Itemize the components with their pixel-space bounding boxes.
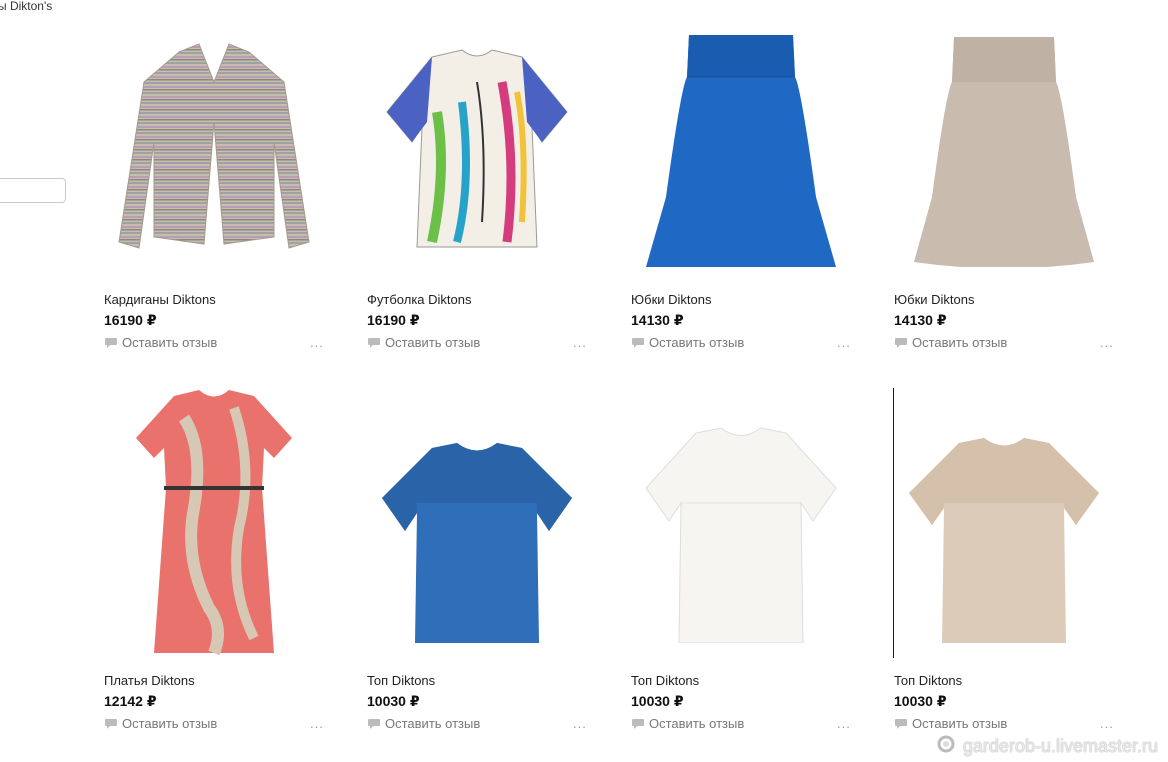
white-top-icon[interactable] xyxy=(631,388,851,658)
striped-cardigan-icon[interactable] xyxy=(104,7,324,277)
review-label: Оставить отзыв xyxy=(122,335,218,350)
product-card-blue-top[interactable]: Топ Diktons 10030 ₽ Оставить отзыв ... xyxy=(367,388,597,748)
leave-review-link[interactable]: Оставить отзыв xyxy=(367,716,480,731)
product-price: 16190 ₽ xyxy=(104,312,157,328)
product-title[interactable]: Платья Diktons xyxy=(104,673,195,688)
product-title[interactable]: Топ Diktons xyxy=(631,673,699,688)
product-title[interactable]: Юбки Diktons xyxy=(894,292,975,307)
review-label: Оставить отзыв xyxy=(385,716,481,731)
product-card-tshirt[interactable]: Футболка Diktons 16190 ₽ Оставить отзыв … xyxy=(367,7,597,367)
product-card-cardigan[interactable]: Кардиганы Diktons 16190 ₽ Оставить отзыв… xyxy=(104,7,334,367)
coral-dress-icon[interactable] xyxy=(104,388,324,658)
vertical-divider xyxy=(893,388,894,658)
product-title[interactable]: Топ Diktons xyxy=(894,673,962,688)
speech-bubble-icon xyxy=(631,337,645,349)
product-card-beige-top[interactable]: Топ Diktons 10030 ₽ Оставить отзыв ... xyxy=(894,388,1124,748)
blue-top-icon[interactable] xyxy=(367,388,587,658)
review-label: Оставить отзыв xyxy=(649,716,745,731)
speech-bubble-icon xyxy=(367,718,381,730)
more-options-button[interactable]: ... xyxy=(837,716,851,731)
review-label: Оставить отзыв xyxy=(385,335,481,350)
leave-review-link[interactable]: Оставить отзыв xyxy=(894,335,1007,350)
more-options-button[interactable]: ... xyxy=(1100,716,1114,731)
leave-review-link[interactable]: Оставить отзыв xyxy=(367,335,480,350)
beige-skirt-icon[interactable] xyxy=(894,7,1114,277)
more-options-button[interactable]: ... xyxy=(837,335,851,350)
more-options-button[interactable]: ... xyxy=(573,716,587,731)
product-price: 14130 ₽ xyxy=(631,312,684,328)
speech-bubble-icon xyxy=(631,718,645,730)
product-title[interactable]: Юбки Diktons xyxy=(631,292,712,307)
printed-tshirt-icon[interactable] xyxy=(367,7,587,277)
gear-icon xyxy=(935,733,957,760)
speech-bubble-icon xyxy=(894,718,908,730)
product-card-white-top[interactable]: Топ Diktons 10030 ₽ Оставить отзыв ... xyxy=(631,388,861,748)
watermark-text: garderob-u.livemaster.ru xyxy=(962,736,1158,756)
leave-review-link[interactable]: Оставить отзыв xyxy=(104,335,217,350)
more-options-button[interactable]: ... xyxy=(310,335,324,350)
product-title[interactable]: Футболка Diktons xyxy=(367,292,471,307)
review-label: Оставить отзыв xyxy=(912,716,1008,731)
product-price: 16190 ₽ xyxy=(367,312,420,328)
review-label: Оставить отзыв xyxy=(649,335,745,350)
more-options-button[interactable]: ... xyxy=(310,716,324,731)
search-input[interactable] xyxy=(0,178,66,203)
review-label: Оставить отзыв xyxy=(122,716,218,731)
product-title[interactable]: Топ Diktons xyxy=(367,673,435,688)
product-price: 12142 ₽ xyxy=(104,693,157,709)
product-title[interactable]: Кардиганы Diktons xyxy=(104,292,216,307)
site-watermark: garderob-u.livemaster.ru xyxy=(935,733,1158,760)
speech-bubble-icon xyxy=(104,718,118,730)
product-price: 10030 ₽ xyxy=(367,693,420,709)
product-card-dress[interactable]: Платья Diktons 12142 ₽ Оставить отзыв ..… xyxy=(104,388,334,748)
blue-skirt-icon[interactable] xyxy=(631,7,851,277)
product-price: 14130 ₽ xyxy=(894,312,947,328)
more-options-button[interactable]: ... xyxy=(1100,335,1114,350)
more-options-button[interactable]: ... xyxy=(573,335,587,350)
product-card-beige-skirt[interactable]: Юбки Diktons 14130 ₽ Оставить отзыв ... xyxy=(894,7,1124,367)
review-label: Оставить отзыв xyxy=(912,335,1008,350)
leave-review-link[interactable]: Оставить отзыв xyxy=(894,716,1007,731)
product-price: 10030 ₽ xyxy=(894,693,947,709)
product-price: 10030 ₽ xyxy=(631,693,684,709)
speech-bubble-icon xyxy=(894,337,908,349)
leave-review-link[interactable]: Оставить отзыв xyxy=(104,716,217,731)
speech-bubble-icon xyxy=(367,337,381,349)
page-title-fragment: ы Dikton's xyxy=(0,0,53,13)
leave-review-link[interactable]: Оставить отзыв xyxy=(631,335,744,350)
leave-review-link[interactable]: Оставить отзыв xyxy=(631,716,744,731)
product-card-blue-skirt[interactable]: Юбки Diktons 14130 ₽ Оставить отзыв ... xyxy=(631,7,861,367)
beige-top-icon[interactable] xyxy=(894,388,1114,658)
speech-bubble-icon xyxy=(104,337,118,349)
